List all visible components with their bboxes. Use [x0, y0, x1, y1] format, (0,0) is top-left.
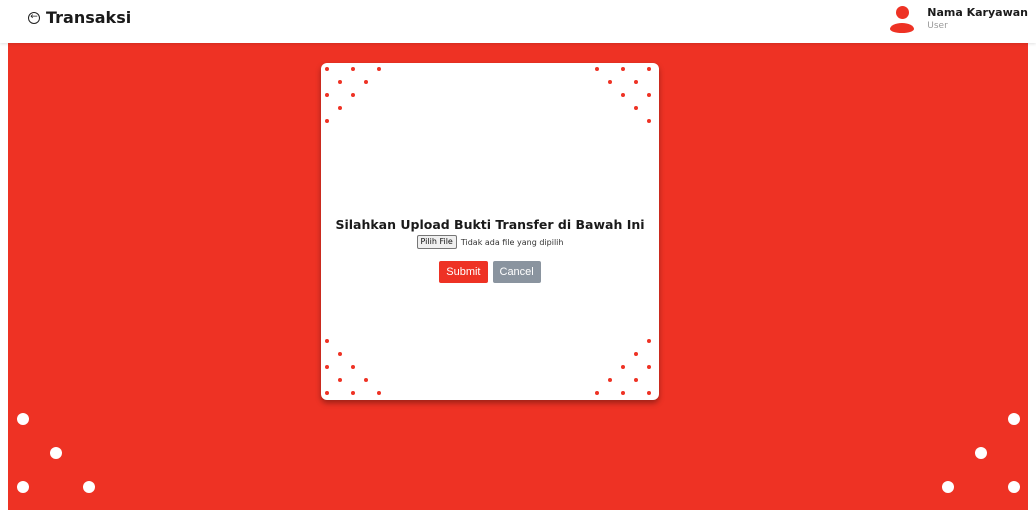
background-dot — [17, 481, 29, 493]
card-dot — [647, 365, 651, 369]
submit-button[interactable]: Submit — [439, 261, 488, 283]
upload-card: Silahkan Upload Bukti Transfer di Bawah … — [321, 63, 659, 400]
page-title: Transaksi — [46, 8, 132, 27]
background-dot — [1008, 481, 1020, 493]
avatar-body — [890, 23, 915, 33]
card-dot — [621, 93, 625, 97]
card-dot — [608, 80, 612, 84]
avatar-icon[interactable] — [889, 4, 915, 34]
circle-arrow-left-icon[interactable]: ← — [28, 11, 40, 24]
card-dot — [338, 80, 342, 84]
card-dot — [377, 391, 381, 395]
background-dot — [1008, 413, 1020, 425]
user-profile[interactable]: Nama Karyawan User — [889, 4, 1028, 34]
card-dot — [325, 339, 329, 343]
card-dot — [647, 67, 651, 71]
file-status-text: Tidak ada file yang dipilih — [460, 237, 564, 247]
user-name: Nama Karyawan — [927, 6, 1028, 19]
background-dot — [50, 447, 62, 459]
card-dot — [647, 339, 651, 343]
choose-file-button[interactable]: Pilih File — [416, 235, 457, 249]
card-dot — [351, 93, 355, 97]
card-dot — [595, 67, 599, 71]
background-dot — [17, 413, 29, 425]
card-dot — [325, 391, 329, 395]
top-header: ← Transaksi Nama Karyawan User — [0, 0, 1036, 43]
card-dot — [338, 352, 342, 356]
upload-form: Silahkan Upload Bukti Transfer di Bawah … — [321, 217, 659, 283]
card-dot — [634, 106, 638, 110]
card-dot — [325, 119, 329, 123]
card-dot — [325, 365, 329, 369]
file-input[interactable]: Pilih File Tidak ada file yang dipilih — [321, 235, 659, 249]
card-dot — [377, 67, 381, 71]
card-dot — [595, 391, 599, 395]
card-dot — [621, 391, 625, 395]
card-dot — [351, 391, 355, 395]
card-dot — [338, 106, 342, 110]
card-dot — [634, 378, 638, 382]
background-dot — [975, 447, 987, 459]
card-dot — [351, 67, 355, 71]
card-dot — [634, 352, 638, 356]
upload-heading: Silahkan Upload Bukti Transfer di Bawah … — [335, 217, 645, 232]
card-dot — [351, 365, 355, 369]
card-dot — [647, 93, 651, 97]
card-dot — [634, 80, 638, 84]
card-dot — [647, 391, 651, 395]
back-button[interactable]: ← Transaksi — [28, 8, 131, 27]
user-info: Nama Karyawan User — [927, 4, 1028, 31]
card-dot — [338, 378, 342, 382]
card-dot — [364, 80, 368, 84]
avatar-head — [896, 6, 910, 19]
action-buttons: Submit Cancel — [321, 261, 659, 283]
card-dot — [325, 93, 329, 97]
main-content: Silahkan Upload Bukti Transfer di Bawah … — [8, 43, 1028, 510]
card-dot — [621, 67, 625, 71]
card-dot — [364, 378, 368, 382]
card-dot — [325, 67, 329, 71]
cancel-button[interactable]: Cancel — [492, 261, 541, 283]
card-dot — [647, 119, 651, 123]
card-dot — [621, 365, 625, 369]
user-role: User — [927, 21, 948, 31]
background-dot — [942, 481, 954, 493]
card-dot — [608, 378, 612, 382]
background-dot — [83, 481, 95, 493]
